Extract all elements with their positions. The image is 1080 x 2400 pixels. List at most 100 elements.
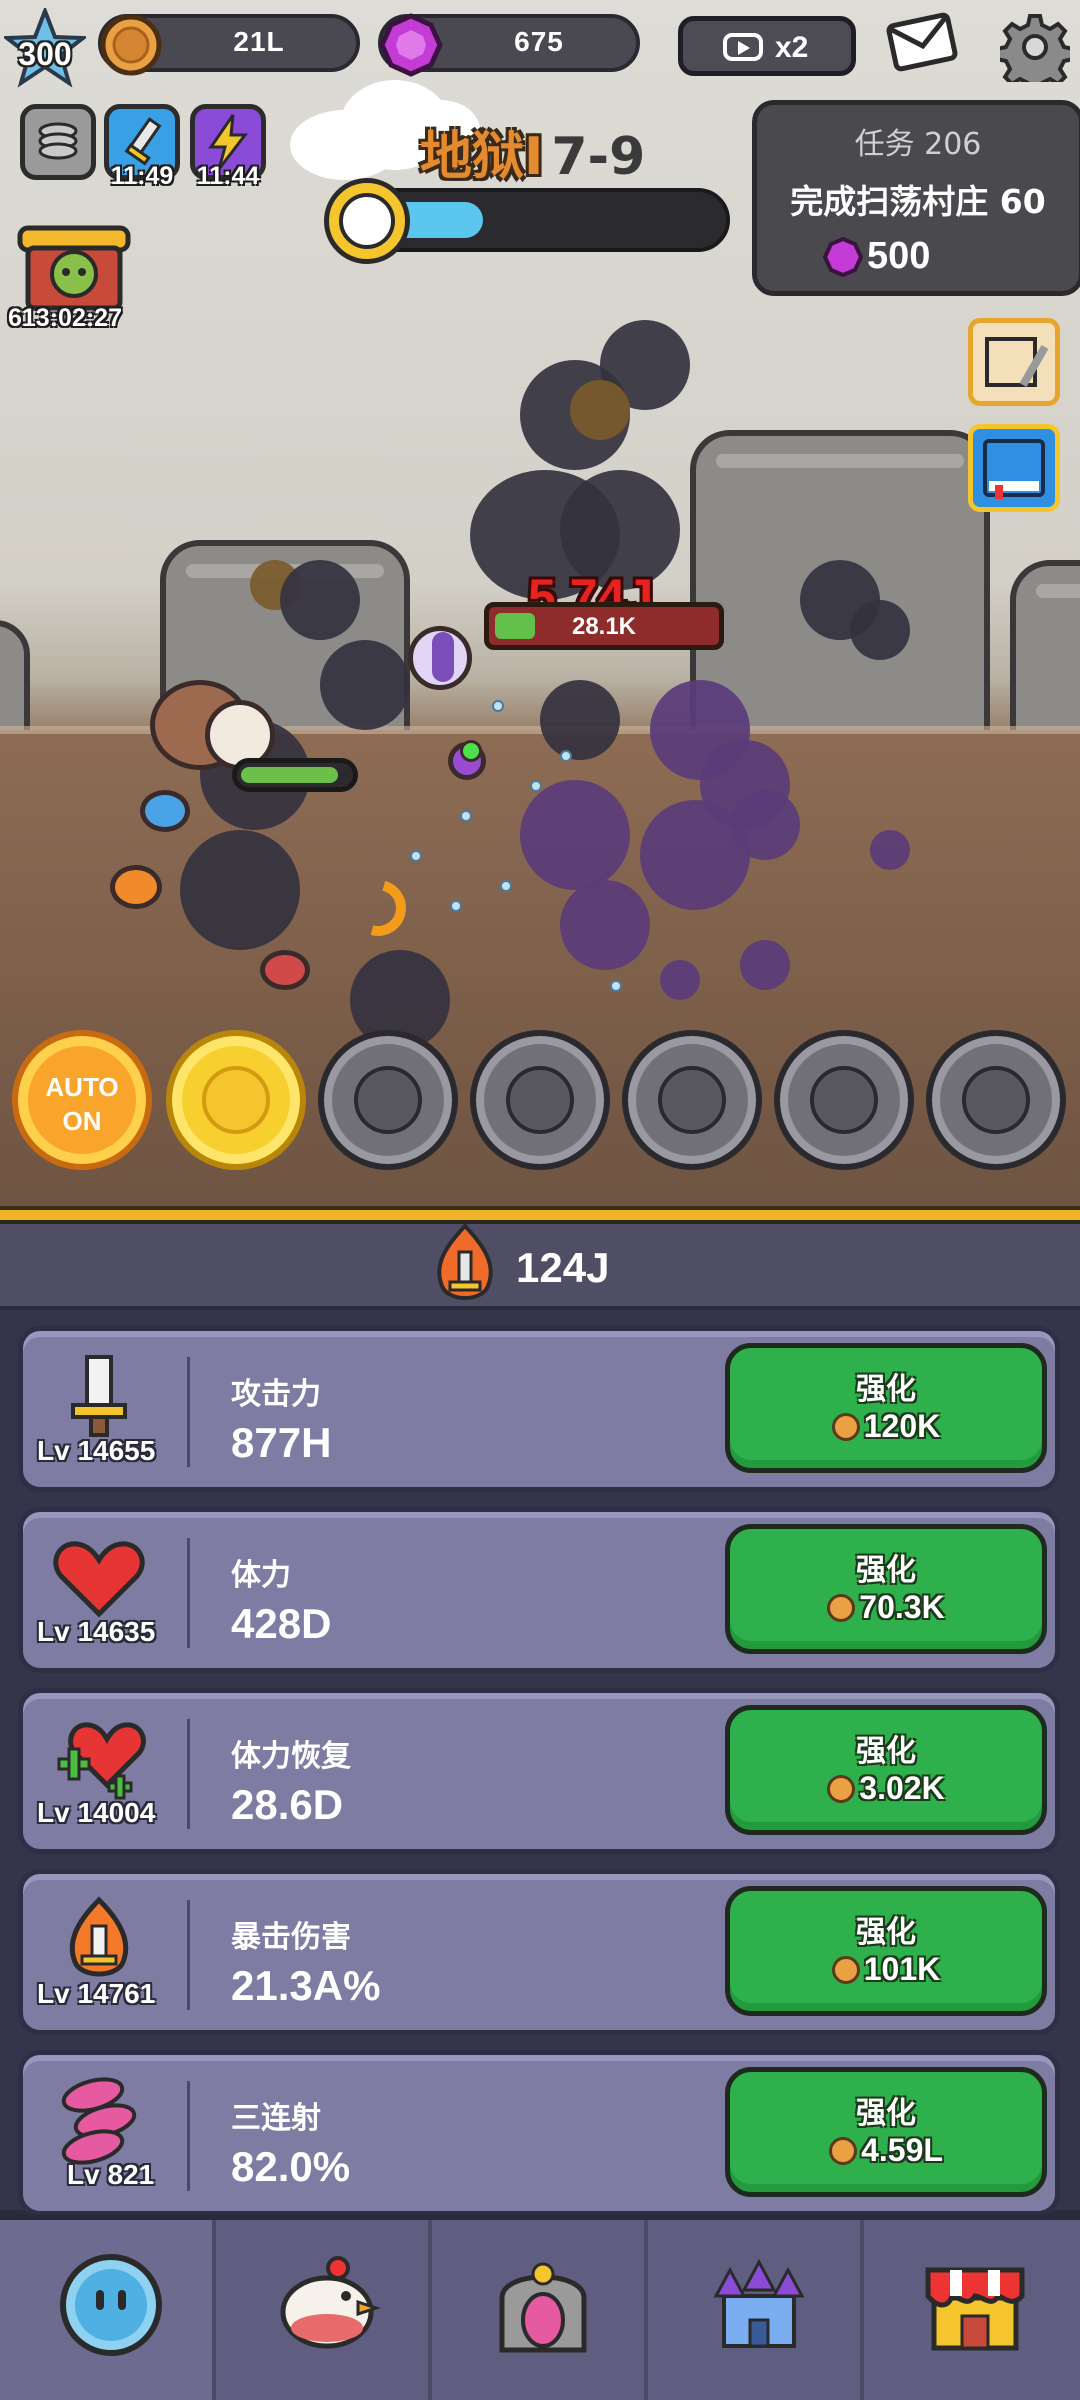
upgrade-triple-shot-button[interactable]: 强化 4.59L <box>725 2067 1047 2197</box>
upgrade-level: Lv 14635 <box>37 1616 156 1647</box>
chicken-icon <box>280 2256 381 2349</box>
heart-plus-icon <box>57 1722 146 1800</box>
upgrade-hp-button[interactable]: 强化 70.3K <box>725 1524 1047 1654</box>
upgrade-row-crit-damage: Lv 14761 暴击伤害 21.3A% 强化 101K <box>18 1869 1060 2035</box>
upgrade-name: 三连射 <box>231 2101 321 2136</box>
sword-icon <box>71 1355 127 1437</box>
player-level: 300 <box>18 36 72 72</box>
upgrade-name: 体力恢复 <box>231 1739 351 1774</box>
combat-power-value: 124J <box>516 1244 610 1291</box>
slime-icon <box>60 2254 162 2356</box>
video-icon <box>723 33 763 61</box>
upgrade-name: 攻击力 <box>231 1377 321 1412</box>
stage-title: 地狱I 7-9 <box>420 114 645 189</box>
upgrade-name: 暴击伤害 <box>231 1920 351 1955</box>
upgrade-row-hp-regen: Lv 14004 体力恢复 28.6D 强化 3.02K <box>18 1688 1060 1854</box>
quest-description: 完成扫荡村庄 60 <box>790 182 1046 221</box>
nav-tab-shop[interactable] <box>864 2220 1080 2400</box>
bat-skill-button[interactable] <box>470 1030 610 1170</box>
flaming-sword-icon <box>69 1896 129 1977</box>
quest-reward: 500 <box>867 235 931 277</box>
claw-skill-button[interactable] <box>622 1030 762 1170</box>
gear-icon[interactable] <box>1000 12 1070 82</box>
bottom-navigation <box>0 2214 1080 2400</box>
upgrade-level: Lv 14004 <box>37 1797 156 1828</box>
book-icon <box>983 439 1045 499</box>
flame-skill-button[interactable] <box>166 1030 306 1170</box>
ally-orange-bird <box>110 865 162 909</box>
upgrade-row-attack: Lv 14655 攻击力 877H 强化 120K <box>18 1326 1060 1492</box>
blob-skill-icon <box>354 1066 422 1134</box>
totem-skill-icon <box>810 1066 878 1134</box>
combat-power-bar: 124J <box>0 1224 1080 1310</box>
enemy-health-bar: 28.1K <box>484 602 724 650</box>
portal-icon <box>499 2262 587 2353</box>
coin-icon <box>829 2137 858 2165</box>
nav-tab-dungeon[interactable] <box>432 2220 648 2400</box>
upgrade-attack-button[interactable]: 强化 120K <box>725 1343 1047 1473</box>
coin-icon <box>100 14 162 76</box>
speed-buff[interactable]: 11:44 <box>190 104 266 190</box>
bat-skill-icon <box>506 1066 574 1134</box>
claw-skill-icon <box>658 1066 726 1134</box>
ally-red-unit <box>260 950 310 990</box>
nav-tab-castle[interactable] <box>648 2220 864 2400</box>
triple-shot-icon <box>61 2077 137 2165</box>
coin-stack-buff[interactable] <box>20 104 96 180</box>
auto-skill-toggle[interactable]: AUTO ON <box>12 1030 152 1170</box>
ad-boost-button[interactable]: x2 <box>678 16 856 76</box>
gem-amount: 675 <box>514 26 564 57</box>
stopwatch-icon <box>324 178 410 264</box>
enemy-health-label: 28.1K <box>571 613 637 640</box>
attack-buff[interactable]: 11:49 <box>104 104 180 190</box>
coin-stack-icon <box>38 122 78 160</box>
upgrade-hp-regen-button[interactable]: 强化 3.02K <box>725 1705 1047 1835</box>
quest-panel[interactable]: 任务 206 完成扫荡村庄 60 500 <box>752 100 1080 296</box>
player-level-badge[interactable]: 300 <box>4 8 86 90</box>
boss-chest-icon[interactable] <box>14 216 134 316</box>
gem-counter[interactable]: 675 <box>378 13 640 77</box>
coin-icon <box>831 1413 860 1441</box>
attack-buff-timer: 11:49 <box>110 162 174 190</box>
coin-icon <box>827 1775 856 1803</box>
heart-icon <box>53 1541 145 1618</box>
upgrade-value: 877H <box>231 1419 332 1466</box>
coin-amount: 21L <box>233 26 285 57</box>
player-health-fill <box>241 767 338 783</box>
upgrade-name: 体力 <box>231 1558 291 1593</box>
coin-icon <box>831 1956 860 1984</box>
shop-icon <box>925 2267 1025 2351</box>
upgrade-crit-damage-button[interactable]: 强化 101K <box>725 1886 1047 2016</box>
upgrade-value: 82.0% <box>231 2143 351 2190</box>
coin-icon <box>827 1594 856 1622</box>
speed-buff-timer: 11:44 <box>196 162 260 190</box>
stage-level: 7-9 <box>551 127 646 187</box>
castle-icon <box>713 2258 805 2348</box>
upgrade-row-hp: Lv 14635 体力 428D 强化 70.3K <box>18 1507 1060 1673</box>
upgrade-level: Lv 821 <box>67 2159 155 2190</box>
panel-divider <box>0 1206 1080 1224</box>
book-button[interactable] <box>968 424 1060 512</box>
upgrade-value: 428D <box>231 1600 332 1647</box>
upgrade-level: Lv 14761 <box>37 1978 156 2009</box>
scroll-quill-button[interactable] <box>968 318 1060 406</box>
coin-counter[interactable]: 21L <box>98 14 360 76</box>
nav-tab-hero[interactable] <box>0 2220 216 2400</box>
scroll-icon <box>985 337 1049 388</box>
upgrade-value: 21.3A% <box>231 1962 381 2009</box>
nav-tab-pet[interactable] <box>216 2220 432 2400</box>
boss-timer: 613:02:27 <box>8 304 122 332</box>
ally-blue-bird <box>140 790 190 832</box>
quest-title: 任务 206 <box>854 127 982 162</box>
flaming-sword-power-icon <box>437 1223 493 1300</box>
upgrade-value: 28.6D <box>231 1781 344 1828</box>
vortex-skill-button[interactable] <box>926 1030 1066 1170</box>
upgrade-row-triple-shot: Lv 821 三连射 82.0% 强化 4.59L <box>18 2050 1060 2216</box>
vortex-skill-icon <box>962 1066 1030 1134</box>
blob-skill-button[interactable] <box>318 1030 458 1170</box>
totem-skill-button[interactable] <box>774 1030 914 1170</box>
stage-mode: 地狱I <box>420 127 544 187</box>
player-health-bar <box>232 758 358 792</box>
upgrade-level: Lv 14655 <box>37 1435 156 1466</box>
gem-icon <box>823 237 863 277</box>
